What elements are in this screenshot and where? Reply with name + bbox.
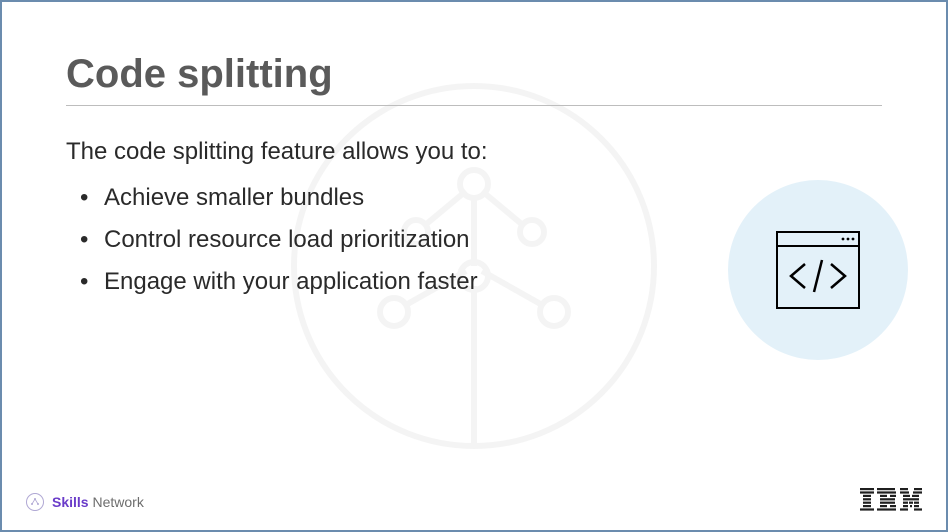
decorative-circle bbox=[728, 180, 908, 360]
skills-network-logo: Skills Network bbox=[26, 493, 144, 511]
ibm-logo bbox=[860, 488, 922, 517]
skills-network-icon bbox=[26, 493, 44, 511]
skills-rest: Network bbox=[92, 494, 143, 510]
slide-footer: Skills Network bbox=[2, 482, 946, 530]
slide-lead: The code splitting feature allows you to… bbox=[66, 138, 882, 166]
slide-title: Code splitting bbox=[66, 52, 882, 106]
skills-bold: Skills bbox=[52, 494, 89, 510]
ibm-logo-icon bbox=[860, 488, 922, 512]
skills-network-text: Skills Network bbox=[52, 494, 144, 510]
code-window-icon bbox=[775, 230, 861, 310]
